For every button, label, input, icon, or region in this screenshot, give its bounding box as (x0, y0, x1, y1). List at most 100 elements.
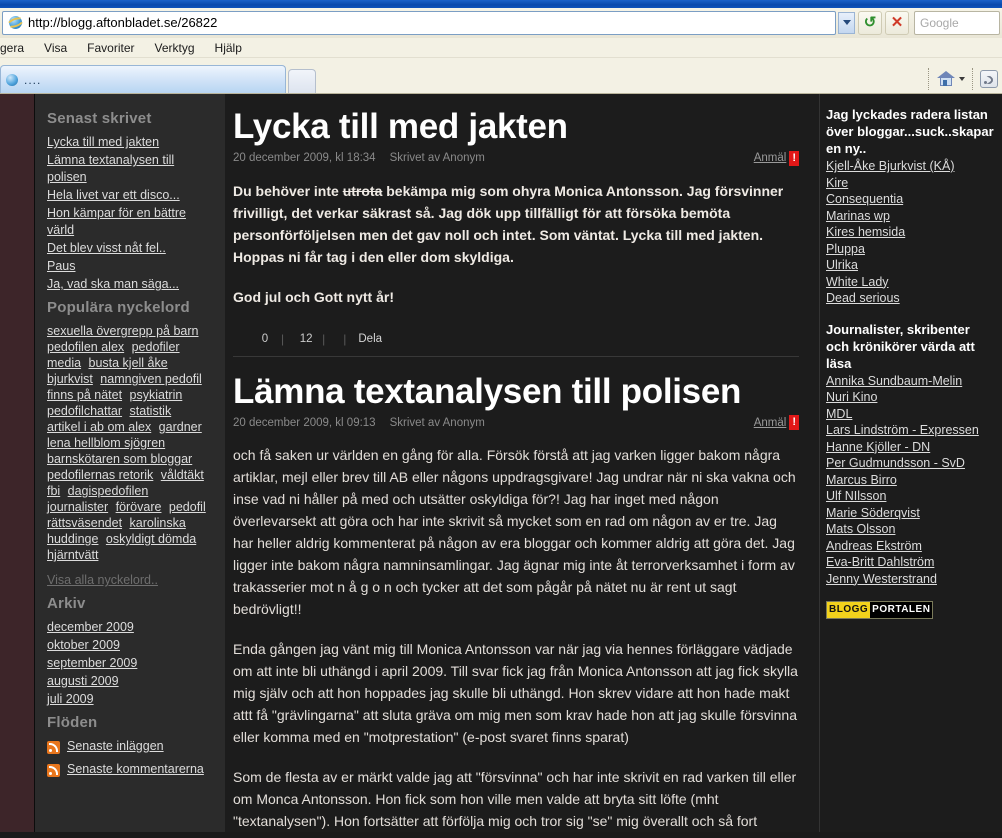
tag-item[interactable]: förövare (116, 500, 162, 514)
main-content: Lycka till med jakten 20 december 2009, … (225, 94, 820, 832)
home-icon[interactable] (936, 70, 956, 88)
tag-item[interactable]: lena hellblom sjögren (47, 436, 165, 450)
stop-icon[interactable]: ✕ (885, 10, 909, 35)
blogroll-item-0[interactable]: Kjell-Åke Bjurkvist (KÅ) (826, 158, 996, 175)
tag-item[interactable]: gardner (159, 420, 202, 434)
tag-item[interactable]: våldtäkt (161, 468, 204, 482)
journalist-item-10[interactable]: Andreas Ekström (826, 538, 996, 555)
feed-link-label[interactable]: Senaste kommentarerna (67, 761, 204, 778)
tag-item[interactable]: oskyldigt dömda (106, 532, 196, 546)
show-all-keywords-link[interactable]: Visa alla nyckelord.. (47, 573, 158, 587)
tag-item[interactable]: pedofiler (132, 340, 180, 354)
journalist-item-6[interactable]: Marcus Birro (826, 472, 996, 489)
sidebar-item-latest-2[interactable]: Hela livet var ett disco... (47, 187, 211, 204)
report-wrapper: Anmäl ! (754, 150, 799, 166)
menu-item-favoriter[interactable]: Favoriter (77, 41, 144, 55)
rss-icon[interactable] (980, 70, 998, 88)
feed-link-label[interactable]: Senaste inläggen (67, 738, 164, 755)
chevron-down-icon (842, 20, 851, 25)
feed-item-latest-posts[interactable]: Senaste inläggen (47, 738, 211, 756)
tag-item[interactable]: rättsväsendet (47, 516, 122, 530)
bloggportalen-badge[interactable]: BLOGG PORTALEN (826, 601, 934, 619)
tag-item[interactable]: media (47, 356, 81, 370)
archive-item-3[interactable]: augusti 2009 (47, 673, 211, 690)
blogroll-item-1[interactable]: Kire (826, 175, 996, 192)
journalist-item-8[interactable]: Marie Söderqvist (826, 505, 996, 522)
tag-item[interactable]: statistik (130, 404, 172, 418)
tag-item[interactable]: finns på nätet (47, 388, 122, 402)
sidebar-item-latest-4[interactable]: Det blev visst nåt fel.. (47, 240, 211, 257)
tag-item[interactable]: namngiven pedofil (100, 372, 201, 386)
journalist-item-5[interactable]: Per Gudmundsson - SvD (826, 455, 996, 472)
address-bar-url: http://blogg.aftonbladet.se/26822 (28, 15, 218, 30)
journalist-item-2[interactable]: MDL (826, 406, 996, 423)
keywords-heading: Populära nyckelord (47, 299, 190, 316)
blogroll-item-6[interactable]: Ulrika (826, 257, 996, 274)
address-bar-dropdown-icon[interactable] (838, 11, 855, 34)
sidebar-item-latest-0[interactable]: Lycka till med jakten (47, 134, 211, 151)
blogroll-item-8[interactable]: Dead serious (826, 290, 996, 307)
tag-cloud: sexuella övergrepp på barn pedofilen ale… (47, 323, 211, 563)
share-count-right[interactable]: 12 (296, 333, 316, 345)
tag-item[interactable]: journalister (47, 500, 108, 514)
address-bar[interactable]: http://blogg.aftonbladet.se/26822 (2, 10, 836, 35)
menu-bar: gera Visa Favoriter Verktyg Hjälp (0, 38, 1002, 58)
menu-item-visa[interactable]: Visa (34, 41, 77, 55)
archive-item-0[interactable]: december 2009 (47, 619, 211, 636)
search-input[interactable]: Google (914, 10, 1000, 35)
sidebar-item-latest-3[interactable]: Hon kämpar för en bättre värld (47, 205, 211, 239)
window-titlebar (0, 0, 1002, 8)
feed-item-latest-comments[interactable]: Senaste kommentarerna (47, 761, 211, 779)
post-author: Skrivet av Anonym (389, 416, 485, 429)
tag-item[interactable]: hjärntvätt (47, 548, 98, 562)
tag-item[interactable]: barnskötaren som bloggar (47, 452, 192, 466)
rss-icon (47, 763, 60, 777)
tag-item[interactable]: artikel i ab om alex (47, 420, 151, 434)
journalist-item-3[interactable]: Lars Lindström - Expressen (826, 422, 996, 439)
report-link[interactable]: Anmäl (754, 152, 787, 164)
tag-item[interactable]: pedofil (169, 500, 206, 514)
home-dropdown-icon[interactable] (959, 77, 965, 81)
report-badge: ! (789, 415, 799, 430)
sidebar-item-latest-5[interactable]: Paus (47, 258, 211, 275)
blogroll-item-5[interactable]: Pluppa (826, 241, 996, 258)
share-count-left[interactable]: 0 (255, 333, 275, 345)
rss-icon (47, 740, 60, 754)
blogroll-item-7[interactable]: White Lady (826, 274, 996, 291)
journalist-item-7[interactable]: Ulf NIlsson (826, 488, 996, 505)
address-bar-row: http://blogg.aftonbladet.se/26822 ↺ ✕ Go… (0, 8, 1002, 38)
tag-item[interactable]: pedofilchattar (47, 404, 122, 418)
blogroll-item-2[interactable]: Consequentia (826, 191, 996, 208)
journalist-item-4[interactable]: Hanne Kjöller - DN (826, 439, 996, 456)
tag-item[interactable]: pedofilernas retorik (47, 468, 153, 482)
menu-item-redigera[interactable]: gera (0, 41, 34, 55)
blogroll-heading: Jag lyckades radera listan över bloggar.… (826, 107, 994, 156)
tag-item[interactable]: sexuella övergrepp på barn (47, 324, 199, 338)
refresh-icon[interactable]: ↺ (858, 10, 882, 35)
tag-item[interactable]: dagispedofilen (68, 484, 149, 498)
menu-item-verktyg[interactable]: Verktyg (145, 41, 205, 55)
report-link[interactable]: Anmäl (754, 417, 787, 429)
sidebar-item-latest-1[interactable]: Lämna textanalysen till polisen (47, 152, 211, 186)
tab-active[interactable]: .... (0, 65, 286, 93)
journalist-item-0[interactable]: Annika Sundbaum-Melin (826, 373, 996, 390)
menu-item-hjalp[interactable]: Hjälp (205, 41, 252, 55)
new-tab-button[interactable] (288, 69, 316, 93)
blogroll-item-4[interactable]: Kires hemsida (826, 224, 996, 241)
tag-item[interactable]: psykiatrin (130, 388, 183, 402)
journalist-item-9[interactable]: Mats Olsson (826, 521, 996, 538)
journalist-item-12[interactable]: Jenny Westerstrand (826, 571, 996, 588)
blogroll-item-3[interactable]: Marinas wp (826, 208, 996, 225)
journalist-item-11[interactable]: Eva-Britt Dahlström (826, 554, 996, 571)
badge-part-blogg: BLOGG (827, 602, 871, 618)
archive-item-4[interactable]: juli 2009 (47, 691, 211, 708)
tag-item[interactable]: pedofilen alex (47, 340, 124, 354)
share-button[interactable]: Dela (358, 333, 382, 345)
journalist-item-1[interactable]: Nuri Kino (826, 389, 996, 406)
tag-item[interactable]: fbi (47, 484, 60, 498)
sidebar-item-latest-6[interactable]: Ja, vad ska man säga... (47, 276, 211, 293)
archive-item-1[interactable]: oktober 2009 (47, 637, 211, 654)
archive-item-2[interactable]: september 2009 (47, 655, 211, 672)
post-text-strikethrough: utrota (342, 182, 383, 199)
